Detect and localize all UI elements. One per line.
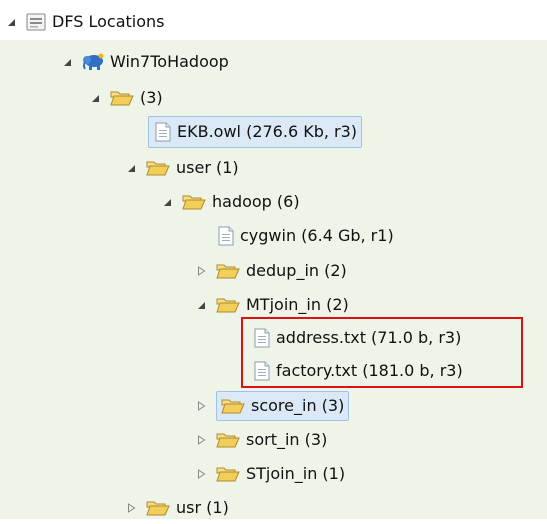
open-folder-icon (110, 89, 134, 107)
dfs-tree: DFS Locations Win7ToHadoop (3) EKB.owl (… (0, 0, 547, 519)
score-in-selection[interactable]: score_in (3) (216, 391, 350, 421)
collapsed-arrow-icon[interactable] (196, 266, 206, 276)
open-folder-icon (221, 397, 245, 415)
open-folder-icon (216, 296, 240, 314)
dfs-locations-icon (26, 13, 46, 31)
tree-item-label: cygwin (6.4 Gb, r1) (240, 226, 394, 245)
tree-item-win7tohadoop[interactable]: Win7ToHadoop (62, 46, 229, 78)
tree-item-label: sort_in (3) (246, 430, 328, 449)
expanded-arrow-icon[interactable] (62, 57, 72, 67)
open-folder-icon (216, 431, 240, 449)
tree-item-dfs-locations[interactable]: DFS Locations (6, 6, 165, 38)
file-icon (155, 122, 171, 142)
tree-item-stjoin-in[interactable]: STjoin_in (1) (196, 458, 345, 490)
tree-item-score-in[interactable]: score_in (3) (196, 390, 350, 422)
tree-item-ekb-owl[interactable]: EKB.owl (276.6 Kb, r3) (148, 116, 363, 148)
tree-item-label: (3) (140, 88, 163, 107)
tree-item-hadoop[interactable]: hadoop (6) (162, 186, 300, 218)
tree-item-label: usr (1) (176, 498, 229, 517)
expanded-arrow-icon[interactable] (6, 17, 16, 27)
tree-item-label: user (1) (176, 158, 239, 177)
file-icon (218, 226, 234, 246)
open-folder-icon (182, 193, 206, 211)
open-folder-icon (216, 262, 240, 280)
tree-item-label: MTjoin_in (2) (246, 295, 349, 314)
expanded-arrow-icon[interactable] (126, 163, 136, 173)
expanded-arrow-icon[interactable] (196, 300, 206, 310)
collapsed-arrow-icon[interactable] (126, 503, 136, 513)
tree-item-label: Win7ToHadoop (110, 52, 229, 71)
tree-item-usr[interactable]: usr (1) (126, 492, 229, 524)
tree-item-label: dedup_in (2) (246, 261, 347, 280)
collapsed-arrow-icon[interactable] (196, 469, 206, 479)
expanded-arrow-icon[interactable] (162, 197, 172, 207)
tree-item-label: hadoop (6) (212, 192, 300, 211)
open-folder-icon (146, 499, 170, 517)
tree-item-user[interactable]: user (1) (126, 152, 239, 184)
red-highlight-box (241, 317, 523, 388)
tree-item-root-folder[interactable]: (3) (90, 82, 163, 114)
tree-item-label: DFS Locations (52, 12, 165, 31)
tree-item-label: score_in (3) (251, 396, 345, 415)
elephant-icon (82, 53, 104, 71)
tree-item-dedup-in[interactable]: dedup_in (2) (196, 255, 347, 287)
tree-item-cygwin[interactable]: cygwin (6.4 Gb, r1) (218, 220, 394, 252)
open-folder-icon (146, 159, 170, 177)
tree-item-label: STjoin_in (1) (246, 464, 346, 483)
tree-item-label: EKB.owl (276.6 Kb, r3) (177, 122, 358, 141)
tree-item-sort-in[interactable]: sort_in (3) (196, 424, 327, 456)
expanded-arrow-icon[interactable] (90, 93, 100, 103)
collapsed-arrow-icon[interactable] (196, 401, 206, 411)
collapsed-arrow-icon[interactable] (196, 435, 206, 445)
open-folder-icon (216, 465, 240, 483)
